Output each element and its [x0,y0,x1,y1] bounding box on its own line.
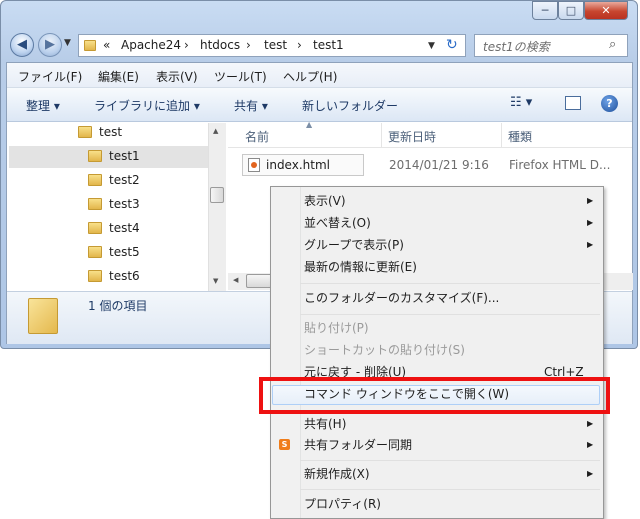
ctx-item-paste-shortcut[interactable]: ショートカットの貼り付け(S) [304,339,465,361]
folder-icon [88,174,102,186]
search-icon[interactable]: ⌕ [609,37,616,52]
address-segment-apache24[interactable]: Apache24 [121,38,181,52]
submenu-arrow-icon: ▶ [587,419,594,428]
item-count: 1 個の項目 [88,299,148,313]
menu-separator [300,314,600,315]
context-menu-icon-gutter [271,187,301,518]
address-segment-htdocs[interactable]: htdocs [200,38,240,52]
ctx-item-share[interactable]: 共有(H) [304,413,346,435]
address-chevron[interactable]: « [103,38,110,52]
submenu-arrow-icon: ▶ [587,440,594,449]
close-button[interactable]: ✕ [584,1,628,20]
folder-icon [78,126,92,138]
back-button[interactable]: ◀ [10,33,34,57]
annotation-highlight-box [259,377,610,414]
ctx-item-sort[interactable]: 並べ替え(O) [304,212,371,234]
help-icon[interactable]: ? [601,95,618,112]
folder-icon [88,198,102,210]
share-button[interactable]: 共有 ▾ [234,97,268,114]
menu-bar: ファイル(F) 編集(E) 表示(V) ツール(T) ヘルプ(H) [7,63,632,88]
column-divider[interactable] [381,123,382,147]
address-bar[interactable]: « Apache24 › htdocs › test › test1 ▼ [78,34,466,57]
address-segment-test1[interactable]: test1 [313,38,344,52]
maximize-button[interactable]: □ [558,1,584,20]
folder-icon [88,150,102,162]
submenu-arrow-icon: ▶ [587,196,594,205]
refresh-icon[interactable]: ↻ [446,37,458,53]
ctx-item-customize[interactable]: このフォルダーのカスタマイズ(F)... [304,287,499,309]
ctx-item-shared-folder-sync[interactable]: 共有フォルダー同期 [304,434,412,456]
folder-icon [84,40,96,51]
column-header-row: ▲ 名前 更新日時 種類 [228,120,632,148]
submenu-arrow-icon: ▶ [587,218,594,227]
column-type[interactable]: 種類 [508,128,532,145]
menu-tools[interactable]: ツール(T) [214,68,267,85]
address-segment-test[interactable]: test [264,38,287,52]
nav-pane-scrollbar[interactable]: ▲ ▼ [208,123,226,291]
address-dropdown-icon[interactable]: ▼ [428,41,435,51]
folder-icon [88,246,102,258]
add-to-library-button[interactable]: ライブラリに追加 ▾ [94,97,200,114]
menu-separator [300,460,600,461]
folder-icon [88,222,102,234]
sort-arrow-icon: ▲ [306,120,313,129]
menu-edit[interactable]: 編集(E) [98,68,139,85]
new-folder-button[interactable]: 新しいフォルダー [302,97,398,114]
sharepoint-sync-icon: S [279,439,290,450]
scroll-up-icon[interactable]: ▲ [213,127,218,135]
ctx-item-paste[interactable]: 貼り付け(P) [304,317,369,339]
scrollbar-thumb[interactable] [210,187,224,203]
scroll-down-icon[interactable]: ▼ [213,277,218,285]
ctx-item-properties[interactable]: プロパティ(R) [304,493,381,515]
column-modified[interactable]: 更新日時 [388,128,436,145]
ctx-item-group[interactable]: グループで表示(P) [304,234,404,256]
ctx-item-new[interactable]: 新規作成(X) [304,463,370,485]
submenu-arrow-icon: ▶ [587,469,594,478]
menu-separator [300,489,600,490]
menu-view[interactable]: 表示(V) [156,68,198,85]
ctx-item-view[interactable]: 表示(V) [304,190,346,212]
recent-pages-dropdown-icon[interactable]: ▼ [64,38,71,48]
view-options-icon[interactable]: ☷ ▾ [510,95,532,110]
preview-pane-icon[interactable] [565,96,581,110]
search-input[interactable]: test1の検索 ⌕ [474,34,628,57]
address-separator[interactable]: › [184,38,189,52]
menu-separator [300,283,600,284]
submenu-arrow-icon: ▶ [587,240,594,249]
column-name[interactable]: 名前 [245,128,269,145]
menu-help[interactable]: ヘルプ(H) [283,68,337,85]
folder-icon [88,270,102,282]
command-bar: 整理 ▾ ライブラリに追加 ▾ 共有 ▾ 新しいフォルダー ☷ ▾ ? [7,88,632,122]
file-name: index.html [266,158,330,172]
search-placeholder: test1の検索 [483,40,550,54]
folder-icon [28,298,58,334]
ctx-item-refresh[interactable]: 最新の情報に更新(E) [304,256,417,278]
menu-file[interactable]: ファイル(F) [18,68,82,85]
minimize-button[interactable]: ─ [532,1,558,20]
scroll-left-icon[interactable]: ◀ [233,276,238,284]
address-separator[interactable]: › [297,38,302,52]
column-divider[interactable] [501,123,502,147]
file-row[interactable]: index.html 2014/01/21 9:16 Firefox HTML … [241,154,633,176]
forward-button[interactable]: ▶ [38,33,62,57]
file-type: Firefox HTML D... [509,158,611,172]
organize-button[interactable]: 整理 ▾ [26,97,60,114]
html-file-icon [248,158,260,172]
file-modified: 2014/01/21 9:16 [389,158,489,172]
address-separator[interactable]: › [246,38,251,52]
